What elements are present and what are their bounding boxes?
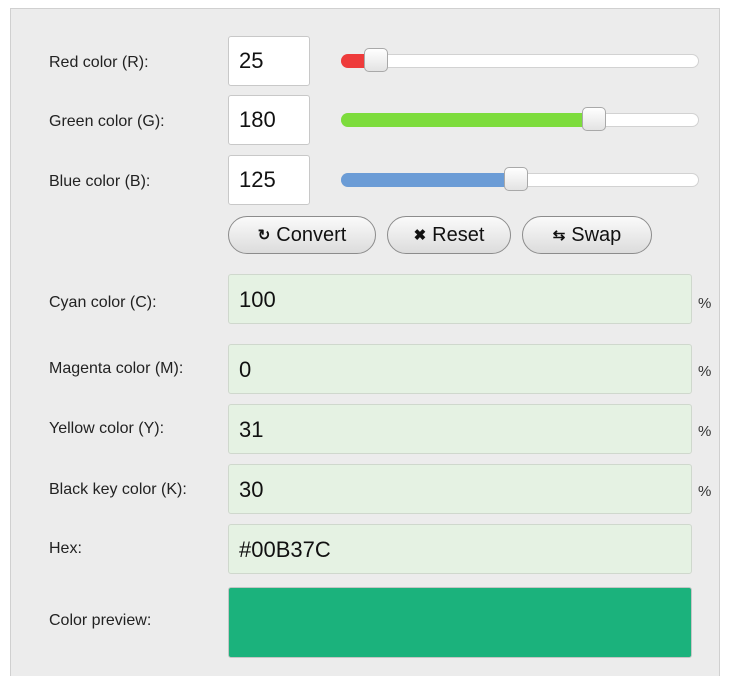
reset-button[interactable]: ✖ Reset [387, 216, 511, 254]
red-slider[interactable] [341, 48, 699, 72]
cyan-label: Cyan color (C): [49, 294, 157, 311]
red-label: Red color (R): [49, 54, 149, 71]
green-slider-fill [341, 113, 594, 127]
black-label: Black key color (K): [49, 481, 187, 498]
refresh-icon: ↻ [257, 227, 271, 244]
yellow-output[interactable]: 31 [228, 404, 692, 454]
yellow-unit: % [698, 423, 712, 440]
blue-label: Blue color (B): [49, 173, 151, 190]
black-output[interactable]: 30 [228, 464, 692, 514]
yellow-label: Yellow color (Y): [49, 420, 165, 437]
color-converter-panel: Red color (R): Green color (G): Blue col… [10, 8, 720, 676]
close-icon: ✖ [413, 227, 427, 244]
red-slider-track [341, 54, 699, 68]
green-slider[interactable] [341, 107, 699, 131]
blue-slider-thumb[interactable] [504, 167, 528, 191]
cyan-output[interactable]: 100 [228, 274, 692, 324]
swap-button[interactable]: ⇆ Swap [522, 216, 652, 254]
convert-button[interactable]: ↻ Convert [228, 216, 376, 254]
green-input[interactable] [228, 95, 310, 145]
blue-slider[interactable] [341, 167, 699, 191]
red-slider-thumb[interactable] [364, 48, 388, 72]
red-input[interactable] [228, 36, 310, 86]
convert-button-label: Convert [276, 223, 347, 246]
green-slider-thumb[interactable] [582, 107, 606, 131]
swap-button-label: Swap [571, 223, 622, 246]
black-unit: % [698, 483, 712, 500]
hex-label: Hex: [49, 540, 82, 557]
magenta-unit: % [698, 363, 712, 380]
blue-input[interactable] [228, 155, 310, 205]
color-preview-swatch [228, 587, 692, 658]
hex-output[interactable]: #00B37C [228, 524, 692, 574]
reset-button-label: Reset [432, 223, 485, 246]
green-label: Green color (G): [49, 113, 165, 130]
cyan-unit: % [698, 295, 712, 312]
magenta-output[interactable]: 0 [228, 344, 692, 394]
color-preview-label: Color preview: [49, 612, 152, 629]
magenta-label: Magenta color (M): [49, 360, 184, 377]
swap-icon: ⇆ [552, 227, 566, 244]
blue-slider-fill [341, 173, 516, 187]
